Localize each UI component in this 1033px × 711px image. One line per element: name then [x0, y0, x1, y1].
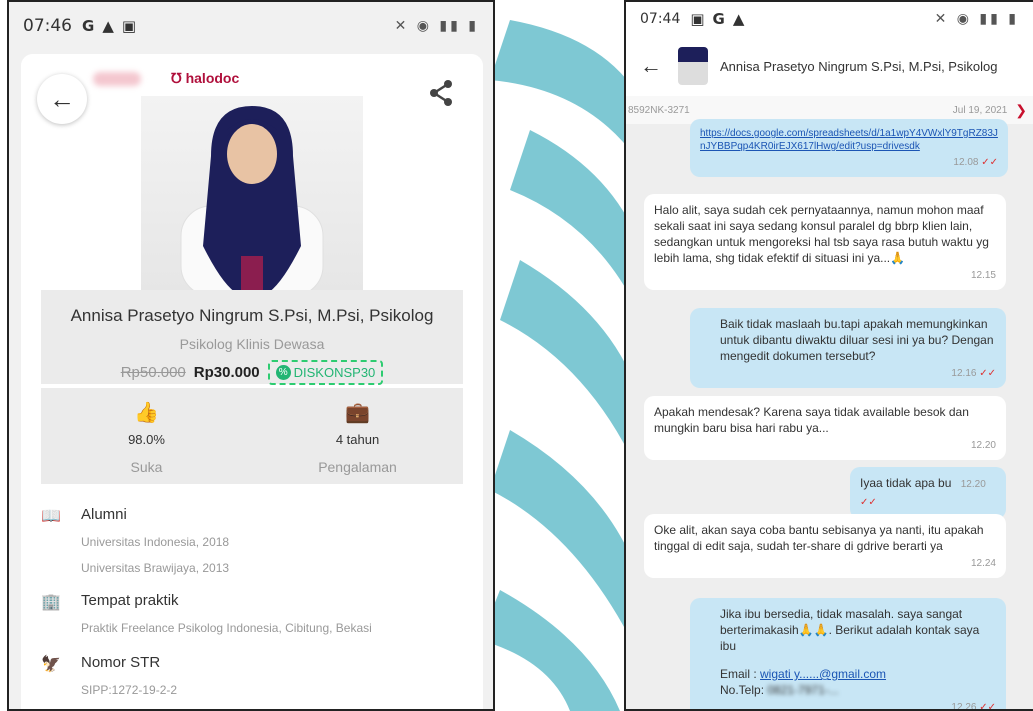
- system-icons: ✕ ◉ ▮▮ ▮: [934, 11, 1019, 27]
- order-id: 8592NK-3271: [628, 104, 690, 116]
- stat-likes: 👍 98.0% Suka: [41, 388, 252, 484]
- status-bar: 07:46 G ▲ ▣ ✕ ◉ ▮▮ ▮: [9, 2, 493, 50]
- doctor-name: Annisa Prasetyo Ningrum S.Psi, M.Psi, Ps…: [70, 306, 434, 325]
- discount-icon: %: [275, 365, 291, 380]
- message-time: 12.08: [953, 157, 979, 168]
- message-incoming: Apakah mendesak? Karena saya tidak avail…: [644, 396, 1006, 460]
- email-link[interactable]: wigati y......@gmail.com: [760, 667, 886, 681]
- back-arrow-icon: ←: [49, 83, 75, 114]
- message-text: Jika ibu bersedia, tidak masalah. saya s…: [720, 607, 980, 653]
- chevron-down-icon[interactable]: ❯: [1015, 102, 1027, 119]
- chat-title: Annisa Prasetyo Ningrum S.Psi, M.Psi, Ps…: [720, 58, 998, 74]
- message-outgoing: Jika ibu bersedia, tidak masalah. saya s…: [690, 598, 1006, 711]
- section-line: Praktik Freelance Psikolog Indonesia, Ci…: [81, 621, 372, 635]
- left-phone-screen: 07:46 G ▲ ▣ ✕ ◉ ▮▮ ▮ ℧ halodoc ← Annisa …: [7, 0, 495, 711]
- blurred-label: [93, 72, 141, 86]
- coupon-badge[interactable]: % DISKONSP30: [267, 360, 384, 385]
- section-title: Nomor STR: [81, 654, 161, 671]
- doctor-photo: [141, 96, 363, 294]
- avatar: [678, 47, 708, 85]
- section-title: Alumni: [81, 506, 127, 523]
- message-time: 12.26: [951, 702, 977, 711]
- building-icon: 🏢: [41, 594, 61, 611]
- section-alumni: 📖 Alumni Universitas Indonesia, 2018 Uni…: [33, 506, 473, 575]
- image-icon: ▣: [690, 10, 705, 28]
- message-text: Apakah mendesak? Karena saya tidak avail…: [654, 405, 969, 435]
- read-receipt-icon: ✓✓: [979, 368, 996, 379]
- consultation-date: Jul 19, 2021: [952, 104, 1008, 116]
- warning-icon: ▲: [732, 10, 745, 28]
- stat-experience: 💼 4 tahun Pengalaman: [252, 388, 463, 484]
- message-text: Iyaa tidak apa bu: [860, 476, 952, 490]
- stat-value: 4 tahun: [335, 432, 380, 447]
- stats-row: 👍 98.0% Suka 💼 4 tahun Pengalaman: [41, 388, 463, 484]
- background-decoration: [470, 0, 650, 711]
- phone-number: 0821-7971-...: [767, 683, 839, 697]
- message-incoming: Halo alit, saya sudah cek pernyataannya,…: [644, 194, 1006, 290]
- message-outgoing: Baik tidak maslaah bu.tapi apakah memung…: [690, 308, 1006, 388]
- share-button[interactable]: [429, 80, 453, 113]
- stat-label: Suka: [130, 459, 163, 475]
- status-bar: 07:44 ▣ G ▲ ✕ ◉ ▮▮ ▮: [626, 2, 1033, 36]
- doctor-profile-card: ℧ halodoc ← Annisa Prasetyo Ningrum S.Ps…: [21, 54, 483, 709]
- section-str: 🦅 Nomor STR SIPP:1272-19-2-2: [33, 654, 473, 697]
- share-icon: [430, 80, 452, 106]
- google-icon: G: [712, 10, 725, 28]
- section-title: Tempat praktik: [81, 592, 179, 609]
- spreadsheet-link[interactable]: https://docs.google.com/spreadsheets/d/1…: [700, 127, 998, 153]
- stat-value: 98.0%: [128, 432, 165, 447]
- message-text: Baik tidak maslaah bu.tapi apakah memung…: [720, 317, 994, 363]
- stat-label: Pengalaman: [318, 459, 397, 475]
- thumbs-up-icon: 👍: [134, 402, 159, 424]
- message-text: Oke alit, akan saya coba bantu sebisanya…: [654, 523, 984, 553]
- profile-header: ℧ halodoc ←: [21, 54, 483, 294]
- read-receipt-icon: ✓✓: [860, 497, 877, 508]
- message-time: 12.20: [970, 440, 996, 451]
- garuda-icon: 🦅: [41, 656, 61, 673]
- doctor-specialty: Psikolog Klinis Dewasa: [179, 336, 325, 352]
- price-row: Rp50.000 Rp30.000 % DISKONSP30: [41, 360, 463, 385]
- book-icon: 📖: [41, 508, 61, 525]
- section-line: Universitas Indonesia, 2018: [81, 535, 230, 549]
- message-time: 12.15: [970, 270, 996, 281]
- google-icon: G: [82, 17, 95, 35]
- message-incoming: Oke alit, akan saya coba bantu sebisanya…: [644, 514, 1006, 578]
- doctor-info: Annisa Prasetyo Ningrum S.Psi, M.Psi, Ps…: [41, 290, 463, 385]
- briefcase-icon: 💼: [345, 402, 370, 424]
- read-receipt-icon: ✓✓: [979, 702, 996, 711]
- price-discounted: Rp30.000: [193, 364, 260, 381]
- message-time: 12.24: [970, 558, 996, 569]
- warning-icon: ▲: [102, 17, 114, 35]
- back-button[interactable]: ←: [37, 74, 87, 124]
- message-text: Halo alit, saya sudah cek pernyataannya,…: [654, 203, 989, 265]
- system-icons: ✕ ◉ ▮▮ ▮: [394, 18, 479, 34]
- right-phone-screen: 07:44 ▣ G ▲ ✕ ◉ ▮▮ ▮ ← Annisa Prasetyo N…: [624, 0, 1033, 711]
- status-time: 07:46: [23, 16, 72, 36]
- message-outgoing: Iyaa tidak apa bu 12.20 ✓✓: [850, 467, 1006, 519]
- status-time: 07:44: [640, 11, 681, 27]
- message-time: 12.16: [951, 368, 977, 379]
- message-outgoing: https://docs.google.com/spreadsheets/d/1…: [690, 119, 1008, 177]
- contact-email: Email : wigati y......@gmail.com: [720, 667, 887, 681]
- read-receipt-icon: ✓✓: [981, 157, 998, 168]
- section-practice: 🏢 Tempat praktik Praktik Freelance Psiko…: [33, 592, 473, 635]
- price-original: Rp50.000: [120, 364, 186, 381]
- brand-logo: ℧ halodoc: [171, 70, 240, 86]
- section-line: Universitas Brawijaya, 2013: [81, 561, 230, 575]
- coupon-code: DISKONSP30: [293, 365, 376, 380]
- section-line: SIPP:1272-19-2-2: [81, 683, 178, 697]
- contact-phone: No.Telp: 0821-7971-...: [720, 683, 839, 697]
- back-button[interactable]: ←: [640, 53, 662, 79]
- message-time: 12.20: [960, 479, 986, 490]
- chat-header: ← Annisa Prasetyo Ningrum S.Psi, M.Psi, …: [626, 36, 1033, 96]
- notification-icon: ▣: [121, 17, 137, 35]
